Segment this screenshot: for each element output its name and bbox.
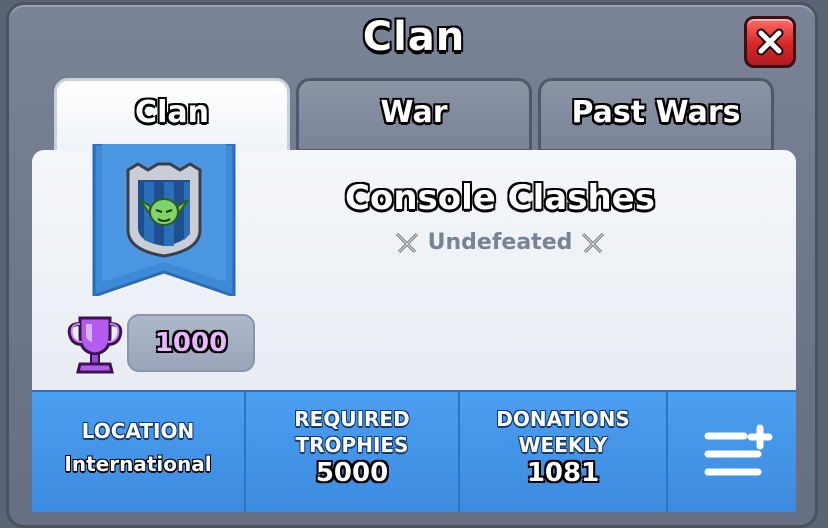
dialog-title: Clan bbox=[362, 14, 466, 60]
weekly-donations-stat: DONATIONS WEEKLY 1081 bbox=[460, 392, 668, 512]
clan-menu-add-icon[interactable] bbox=[702, 424, 778, 480]
clan-banner bbox=[92, 144, 236, 296]
required-trophies-stat: REQUIRED TROPHIES 5000 bbox=[246, 392, 460, 512]
trophy-icon bbox=[67, 316, 123, 374]
required-trophies-value: 5000 bbox=[315, 458, 389, 488]
location-stat: LOCATION International bbox=[32, 392, 246, 512]
required-label-line2: TROPHIES bbox=[295, 433, 409, 457]
war-status-label: Undefeated bbox=[427, 230, 573, 255]
tab-war[interactable]: War bbox=[296, 78, 532, 152]
clan-trophies: 1000 bbox=[127, 314, 255, 372]
goblin-shield-badge-icon bbox=[126, 162, 202, 258]
location-label: LOCATION bbox=[81, 419, 195, 443]
close-button[interactable] bbox=[744, 16, 796, 68]
clan-stats-bar: LOCATION International REQUIRED TROPHIES… bbox=[32, 390, 796, 512]
crossed-swords-icon bbox=[581, 232, 605, 254]
required-label-line1: REQUIRED bbox=[294, 407, 410, 431]
close-icon bbox=[756, 28, 784, 56]
tab-past-wars[interactable]: Past Wars bbox=[538, 78, 774, 152]
donations-value: 1081 bbox=[526, 458, 600, 488]
clan-name: Console Clashes bbox=[345, 178, 655, 218]
donations-label-line2: WEEKLY bbox=[518, 433, 608, 457]
war-status: Undefeated bbox=[300, 230, 700, 255]
donations-label-line1: DONATIONS bbox=[496, 407, 630, 431]
location-value: International bbox=[64, 452, 212, 476]
crossed-swords-icon bbox=[395, 232, 419, 254]
